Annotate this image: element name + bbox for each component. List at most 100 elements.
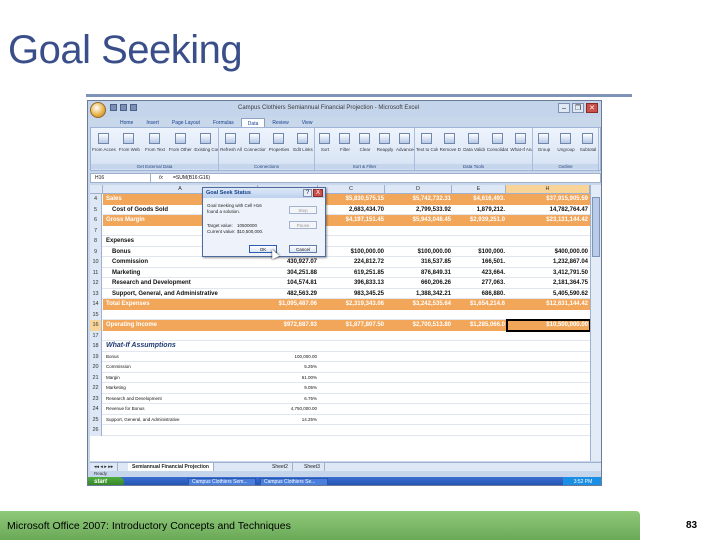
what-if-analysis-button[interactable]: What-If Analysis [510, 147, 532, 152]
cell-b[interactable] [259, 425, 319, 436]
row-number[interactable]: 9 [90, 246, 102, 257]
cell-d[interactable] [386, 341, 453, 352]
cell-e[interactable]: 166,501. [453, 257, 507, 268]
undo-icon[interactable] [120, 104, 127, 111]
table-row[interactable]: 24 Revenue for Bonus 4,750,000.00 [90, 404, 590, 415]
cell-h[interactable] [507, 331, 590, 342]
cell-h[interactable] [507, 373, 590, 384]
cell-e[interactable] [453, 362, 507, 373]
cell-e[interactable]: $4,616,493. [453, 194, 507, 205]
cell-a[interactable]: What-If Assumptions [104, 341, 259, 352]
dialog-close-icon[interactable]: X [313, 189, 323, 197]
row-number[interactable]: 26 [90, 425, 102, 436]
filter-icon[interactable] [339, 133, 350, 144]
cell-h[interactable] [507, 226, 590, 237]
table-row[interactable]: 10 Commission 430,927.07 224,812.72 316,537.… [90, 257, 590, 268]
cell-c[interactable] [319, 373, 386, 384]
from-text-button[interactable]: From Text [143, 147, 167, 152]
cell-d[interactable] [386, 331, 453, 342]
cell-d[interactable]: $5,742,732.31 [386, 194, 453, 205]
from-access-icon[interactable] [97, 133, 109, 144]
close-icon[interactable]: ✕ [586, 103, 598, 113]
cell-c[interactable] [319, 415, 386, 426]
refresh-all-button[interactable]: Refresh All [220, 147, 242, 152]
cell-a[interactable]: Research and Development [104, 394, 259, 405]
row-number[interactable]: 12 [90, 278, 102, 289]
table-row[interactable]: 19 Bonus 100,000.00 [90, 351, 590, 363]
clear-icon[interactable] [359, 133, 370, 144]
select-all-corner[interactable] [90, 185, 103, 194]
cell-a[interactable]: Marketing [104, 268, 259, 279]
cell-b[interactable]: 304,251.88 [259, 268, 319, 279]
cell-c[interactable] [319, 341, 386, 352]
cell-e[interactable] [453, 352, 507, 363]
row-number[interactable]: 5 [90, 204, 102, 215]
from-access-button[interactable]: From Access [92, 147, 116, 152]
cell-h[interactable] [507, 383, 590, 394]
cell-a[interactable]: Marketing [104, 383, 259, 394]
ungroup-icon[interactable] [560, 133, 571, 144]
column-header-h[interactable]: H [506, 185, 590, 194]
row-number[interactable]: 10 [90, 257, 102, 268]
cell-h[interactable]: $400,000.00 [507, 247, 590, 258]
text-to-columns-button[interactable]: Text to Columns [416, 147, 438, 152]
table-row[interactable]: 5 Cost of Goods Sold 2,683,434.70 2,799,533… [90, 204, 590, 216]
cell-h[interactable] [507, 352, 590, 363]
column-header-c[interactable]: C [318, 185, 385, 194]
cell-h[interactable]: 14,782,764.47 [507, 205, 590, 216]
sort-button[interactable]: Sort [316, 147, 334, 152]
cell-c[interactable]: $100,000.00 [319, 247, 386, 258]
from-other-sources-icon[interactable] [174, 133, 186, 144]
row-number[interactable]: 8 [90, 236, 102, 247]
table-row[interactable]: 6 Gross Margin $4,197,151.45 $5,943,048.45 $… [90, 215, 590, 226]
row-number[interactable]: 16 [90, 320, 102, 331]
row-number[interactable]: 17 [90, 330, 102, 341]
row-number[interactable]: 19 [90, 351, 102, 362]
properties-icon[interactable] [273, 133, 284, 144]
minimize-icon[interactable]: – [558, 103, 570, 113]
cell-c[interactable]: $5,830,575.15 [319, 194, 386, 205]
cell-c[interactable]: 224,812.72 [319, 257, 386, 268]
from-other-sources-button[interactable]: From Other Sources [169, 147, 193, 152]
edit-links-icon[interactable] [297, 133, 308, 144]
cell-d[interactable]: $3,242,535.64 [386, 299, 453, 310]
cell-a[interactable] [104, 331, 259, 342]
cell-c[interactable] [319, 331, 386, 342]
cell-a[interactable]: Commission [104, 257, 259, 268]
advanced-icon[interactable] [399, 133, 410, 144]
row-number[interactable]: 4 [90, 194, 102, 205]
cell-d[interactable]: $2,700,513.80 [386, 320, 453, 331]
refresh-all-icon[interactable] [225, 133, 236, 144]
from-text-icon[interactable] [149, 133, 160, 144]
table-row[interactable]: 4 Sales $5,830,575.15 $5,742,732.31 $4,616,4… [90, 194, 590, 205]
cell-h[interactable]: 3,412,791.50 [507, 268, 590, 279]
row-number[interactable]: 20 [90, 362, 102, 373]
cell-c[interactable] [319, 236, 386, 247]
connections-icon[interactable] [249, 133, 260, 144]
consolidate-button[interactable]: Consolidate [487, 147, 509, 152]
cell-e[interactable]: $100,000. [453, 247, 507, 258]
vertical-scrollbar[interactable] [590, 185, 601, 461]
cell-d[interactable] [386, 383, 453, 394]
cell-h[interactable]: $37,915,905.59 [507, 194, 590, 205]
row-number[interactable]: 22 [90, 383, 102, 394]
cell-e[interactable]: $1,654,214.6 [453, 299, 507, 310]
group-icon[interactable] [538, 133, 549, 144]
cell-h[interactable] [507, 425, 590, 436]
cell-d[interactable]: $5,943,048.45 [386, 215, 453, 226]
existing-connections-icon[interactable] [200, 133, 212, 144]
cell-e[interactable] [453, 425, 507, 436]
text-to-columns-icon[interactable] [420, 133, 432, 144]
cell-c[interactable] [319, 425, 386, 436]
cell-e[interactable] [453, 404, 507, 415]
cell-h[interactable] [507, 404, 590, 415]
cancel-button[interactable]: Cancel [289, 245, 317, 253]
remove-duplicates-button[interactable]: Remove Duplicates [440, 147, 462, 152]
cell-e[interactable]: 686,880. [453, 289, 507, 300]
cell-d[interactable] [386, 425, 453, 436]
table-row[interactable]: 7 [90, 225, 590, 237]
table-row[interactable]: 21 Margin 61.00% [90, 372, 590, 384]
cell-c[interactable]: 983,345.25 [319, 289, 386, 300]
connections-button[interactable]: Connections [244, 147, 266, 152]
cell-b[interactable]: 14.25% [259, 415, 319, 426]
